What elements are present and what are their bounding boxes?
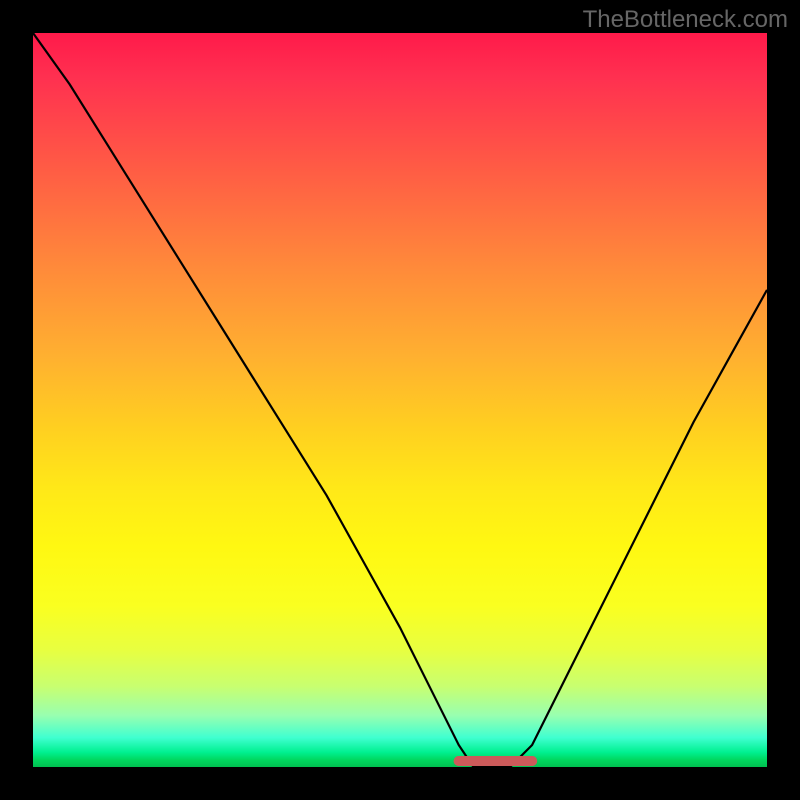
chart-plot-area bbox=[33, 33, 767, 767]
ideal-zone-cap-right bbox=[527, 756, 537, 766]
attribution-text: TheBottleneck.com bbox=[583, 6, 788, 34]
bottleneck-curve bbox=[33, 33, 767, 767]
ideal-zone-cap-left bbox=[454, 756, 464, 766]
chart-svg bbox=[33, 33, 767, 767]
